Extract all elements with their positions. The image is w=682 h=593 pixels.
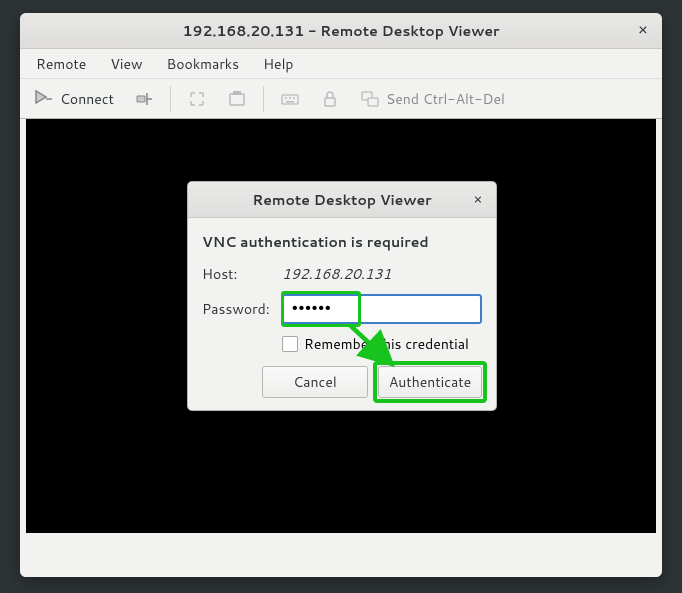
cancel-button[interactable]: Cancel (262, 366, 368, 398)
password-row: Password: (202, 294, 482, 324)
connect-label: Connect (60, 89, 114, 109)
menu-bookmarks[interactable]: Bookmarks (155, 50, 252, 78)
toolbar-separator (263, 86, 264, 112)
menubar: Remote View Bookmarks Help (20, 49, 662, 79)
host-row: Host: 192.168.20.131 (202, 264, 482, 284)
dialog-body: VNC authentication is required Host: 192… (188, 218, 496, 410)
dialog-titlebar: Remote Desktop Viewer × (188, 182, 496, 218)
lock-icon (320, 89, 340, 109)
screenshot-icon (227, 89, 247, 109)
titlebar: 192.168.20.131 - Remote Desktop Viewer × (20, 13, 662, 49)
fullscreen-button[interactable] (179, 84, 215, 114)
host-value: 192.168.20.131 (282, 264, 391, 284)
close-icon[interactable]: × (634, 21, 652, 39)
remember-row[interactable]: Remember this credential (282, 334, 482, 354)
remember-label: Remember this credential (304, 334, 469, 354)
authenticate-button[interactable]: Authenticate (378, 366, 482, 398)
window-title: 192.168.20.131 - Remote Desktop Viewer (182, 21, 499, 41)
connect-button[interactable]: Connect (26, 84, 122, 114)
disconnect-icon (134, 89, 154, 109)
menu-remote[interactable]: Remote (24, 50, 98, 78)
connect-icon (34, 89, 54, 109)
readonly-button[interactable] (312, 84, 348, 114)
send-keys-button[interactable]: Send Ctrl-Alt-Del (352, 84, 513, 114)
statusbar (20, 543, 662, 577)
dialog-buttons: Cancel Authenticate (262, 366, 482, 398)
send-keys-icon (360, 89, 380, 109)
host-label: Host: (202, 264, 272, 284)
remember-checkbox[interactable] (282, 336, 298, 352)
toolbar-separator (170, 86, 171, 112)
password-label: Password: (202, 299, 272, 319)
cancel-label: Cancel (293, 372, 337, 392)
auth-dialog: Remote Desktop Viewer × VNC authenticati… (187, 181, 497, 411)
authenticate-label: Authenticate (389, 372, 471, 392)
menu-help[interactable]: Help (251, 50, 305, 78)
toolbar: Connect (20, 79, 662, 119)
send-keys-label: Send Ctrl-Alt-Del (386, 89, 505, 109)
screenshot-button[interactable] (219, 84, 255, 114)
disconnect-button[interactable] (126, 84, 162, 114)
auth-message: VNC authentication is required (202, 232, 482, 252)
close-icon[interactable]: × (470, 191, 486, 207)
dialog-title: Remote Desktop Viewer (252, 190, 431, 210)
fullscreen-icon (187, 89, 207, 109)
password-input[interactable] (282, 294, 482, 324)
menu-view[interactable]: View (98, 50, 154, 78)
keyboard-icon (280, 89, 300, 109)
keyboard-button[interactable] (272, 84, 308, 114)
